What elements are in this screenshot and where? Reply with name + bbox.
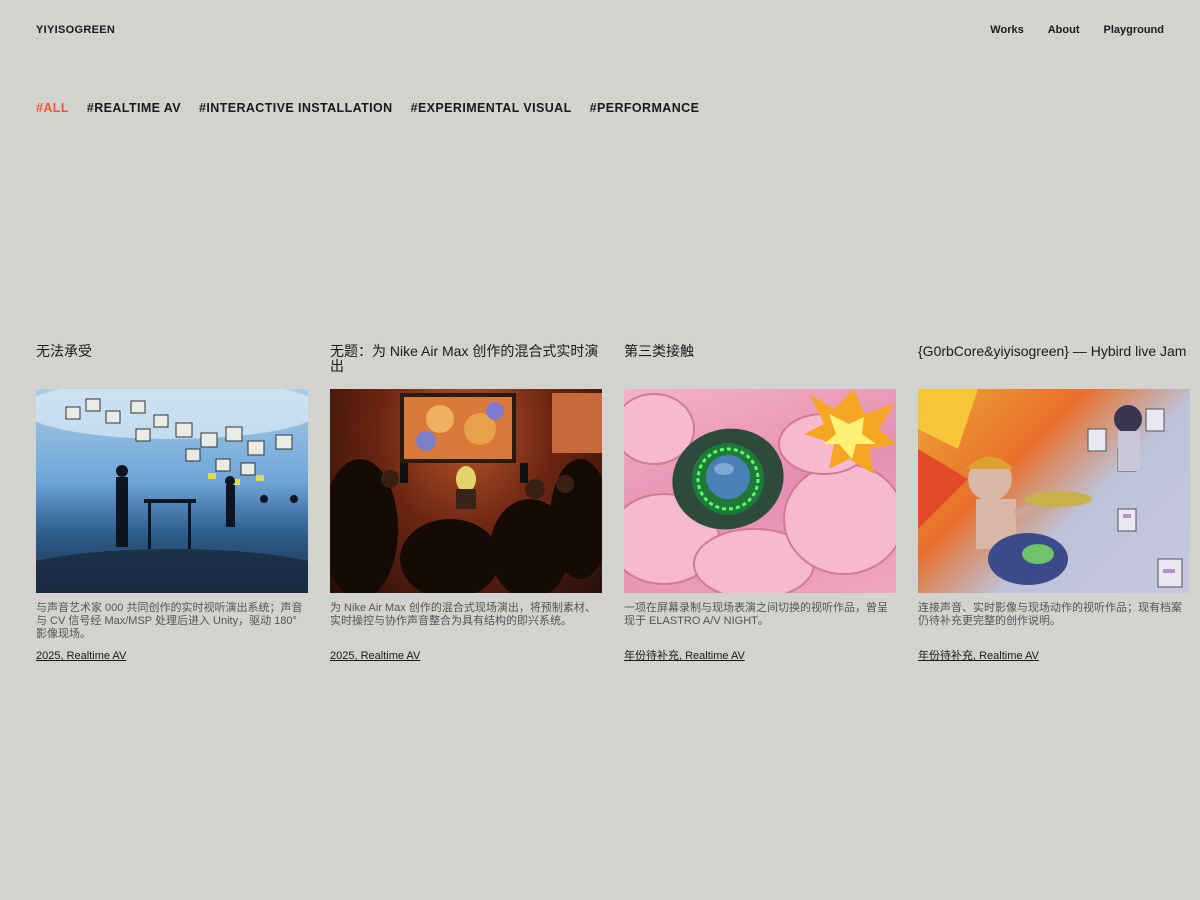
work-thumbnail[interactable] bbox=[330, 389, 602, 593]
work-description: 为 Nike Air Max 创作的混合式现场演出，将预制素材、实时操控与协作声… bbox=[330, 602, 596, 627]
nav-playground[interactable]: Playground bbox=[1103, 24, 1164, 36]
work-meta-link[interactable]: 2025, Realtime AV bbox=[330, 650, 420, 662]
site-logo[interactable]: YIYISOGREEN bbox=[36, 24, 115, 36]
work-description: 连接声音、实时影像与现场动作的视听作品；现有档案仍待补充更完整的创作说明。 bbox=[918, 602, 1182, 627]
work-meta-link[interactable]: 年份待补充, Realtime AV bbox=[624, 647, 745, 663]
work-card[interactable]: 第三类接触 一项在屏幕录制与现场表演之间切换的视听作品，曾呈现于 ELASTRO… bbox=[624, 344, 896, 664]
filter-interactive-installation[interactable]: #INTERACTIVE INSTALLATION bbox=[199, 101, 393, 115]
work-description: 一项在屏幕录制与现场表演之间切换的视听作品，曾呈现于 ELASTRO A/V N… bbox=[624, 602, 888, 627]
filter-performance[interactable]: #PERFORMANCE bbox=[590, 101, 700, 115]
category-filters: #ALL #REALTIME AV #INTERACTIVE INSTALLAT… bbox=[36, 101, 699, 115]
nav-works[interactable]: Works bbox=[990, 24, 1023, 36]
works-grid: 无法承受 与声音艺术家 000 共同创作的实时视听演出系统；声音与 CV 信号经… bbox=[36, 344, 1190, 664]
work-card[interactable]: 无题：为 Nike Air Max 创作的混合式实时演出 为 Nike Air … bbox=[330, 344, 602, 664]
work-meta-link[interactable]: 2025, Realtime AV bbox=[36, 650, 126, 662]
work-card[interactable]: 无法承受 与声音艺术家 000 共同创作的实时视听演出系统；声音与 CV 信号经… bbox=[36, 344, 308, 664]
work-description: 与声音艺术家 000 共同创作的实时视听演出系统；声音与 CV 信号经 Max/… bbox=[36, 602, 303, 640]
work-title[interactable]: 无法承受 bbox=[36, 344, 308, 380]
nav-about[interactable]: About bbox=[1048, 24, 1080, 36]
thumbnail-image bbox=[624, 389, 896, 593]
filter-experimental-visual[interactable]: #EXPERIMENTAL VISUAL bbox=[411, 101, 572, 115]
thumbnail-image bbox=[330, 393, 602, 593]
work-card[interactable]: {G0rbCore&yiyisogreen} — Hybird live Jam bbox=[918, 344, 1190, 664]
work-thumbnail[interactable] bbox=[36, 389, 308, 593]
work-thumbnail[interactable] bbox=[918, 389, 1190, 593]
main-nav: Works About Playground bbox=[990, 24, 1164, 36]
work-title[interactable]: 无题：为 Nike Air Max 创作的混合式实时演出 bbox=[330, 344, 602, 380]
work-thumbnail[interactable] bbox=[624, 389, 896, 593]
thumbnail-image bbox=[918, 389, 1183, 588]
thumbnail-image bbox=[36, 389, 308, 593]
filter-realtime-av[interactable]: #REALTIME AV bbox=[87, 101, 181, 115]
filter-all[interactable]: #ALL bbox=[36, 101, 69, 115]
work-title[interactable]: 第三类接触 bbox=[624, 344, 896, 380]
work-meta-link[interactable]: 年份待补充, Realtime AV bbox=[918, 647, 1039, 663]
work-title[interactable]: {G0rbCore&yiyisogreen} — Hybird live Jam bbox=[918, 344, 1190, 380]
